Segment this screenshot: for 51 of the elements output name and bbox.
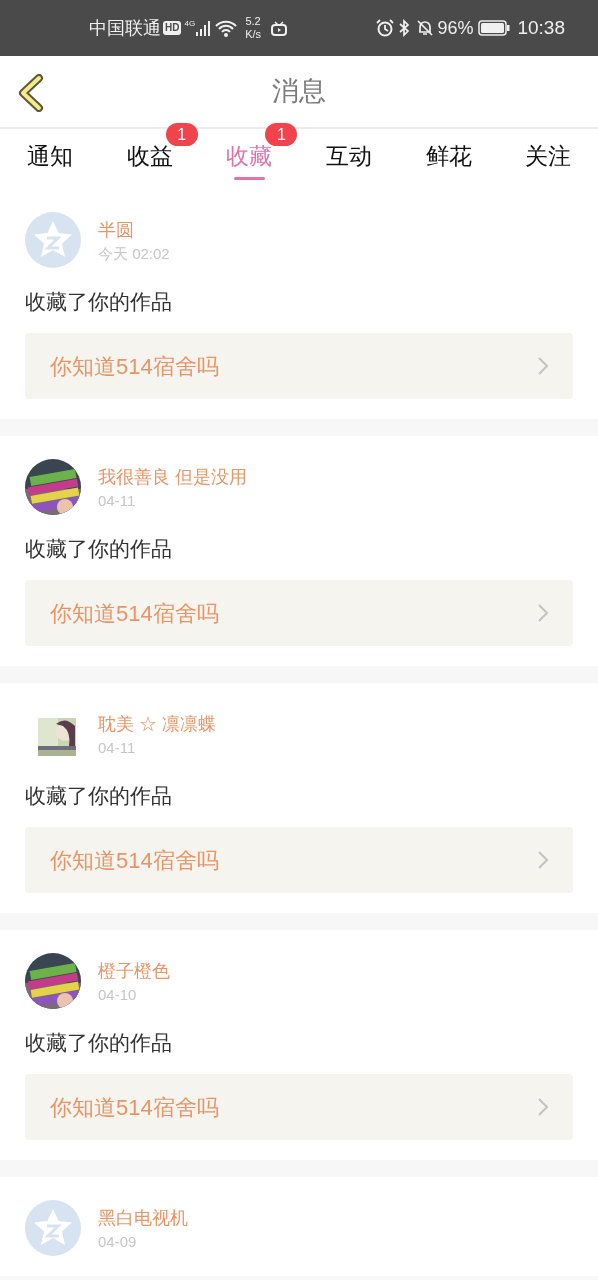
work-title: 你知道514宿舍吗 — [50, 599, 219, 628]
network-type: 4G — [184, 20, 196, 28]
user-name[interactable]: 耽美 ☆ 凛凛蝶 — [98, 711, 216, 737]
user-name[interactable]: 橙子橙色 — [98, 958, 170, 984]
chevron-right-icon — [537, 603, 549, 623]
page-title: 消息 — [272, 75, 326, 109]
battery-icon — [478, 20, 511, 36]
chevron-right-icon — [537, 850, 549, 870]
tv-icon — [271, 20, 288, 36]
signal-icon — [196, 20, 211, 36]
back-chevron-icon — [17, 74, 45, 112]
speed-unit: K/s — [245, 28, 262, 41]
message-time: 04-10 — [98, 985, 138, 1005]
message-text: 收藏了你的作品 — [25, 289, 173, 315]
work-link[interactable]: 你知道514宿舍吗 — [25, 827, 573, 893]
work-title: 你知道514宿舍吗 — [50, 846, 219, 875]
tab[interactable]: 通知 — [26, 141, 73, 171]
bluetooth-icon — [399, 19, 411, 37]
work-link[interactable]: 你知道514宿舍吗 — [25, 1074, 573, 1140]
message-text: 收藏了你的作品 — [25, 536, 173, 562]
alarm-icon — [376, 19, 395, 37]
message-text: 收藏了你的作品 — [25, 1030, 173, 1056]
message-time: 04-11 — [98, 738, 137, 758]
work-title: 你知道514宿舍吗 — [50, 1093, 219, 1122]
battery-percent: 96% — [437, 16, 474, 40]
tab[interactable]: 鲜花 — [425, 141, 472, 171]
default-avatar-icon — [25, 1200, 81, 1256]
net-speed: 5.2 — [245, 15, 261, 28]
message-text: 收藏了你的作品 — [25, 783, 173, 809]
work-title: 你知道514宿舍吗 — [50, 352, 219, 381]
wifi-icon — [215, 19, 238, 37]
default-avatar-icon — [25, 212, 81, 268]
chevron-right-icon — [537, 1097, 549, 1117]
user-name[interactable]: 我很善良 但是没用 — [98, 464, 247, 490]
hd-badge: HD — [163, 21, 182, 35]
clock: 10:38 — [517, 15, 565, 40]
carrier: 中国联通 — [89, 16, 161, 40]
tab[interactable]: 互动 — [325, 141, 372, 171]
work-link[interactable]: 你知道514宿舍吗 — [25, 333, 573, 399]
work-link[interactable]: 你知道514宿舍吗 — [25, 580, 573, 646]
mute-bell-icon — [416, 19, 435, 37]
count-badge: 1 — [265, 123, 298, 146]
message-time: 04-11 — [98, 491, 137, 511]
chevron-right-icon — [537, 356, 549, 376]
message-time: 04-09 — [98, 1232, 138, 1252]
back-button[interactable] — [16, 73, 46, 113]
user-name[interactable]: 半圆 — [98, 217, 170, 243]
count-badge: 1 — [165, 123, 198, 146]
message-time: 今天 02:02 — [98, 244, 170, 264]
user-name[interactable]: 黑白电视机 — [98, 1205, 188, 1231]
tab[interactable]: 关注 — [525, 141, 572, 171]
